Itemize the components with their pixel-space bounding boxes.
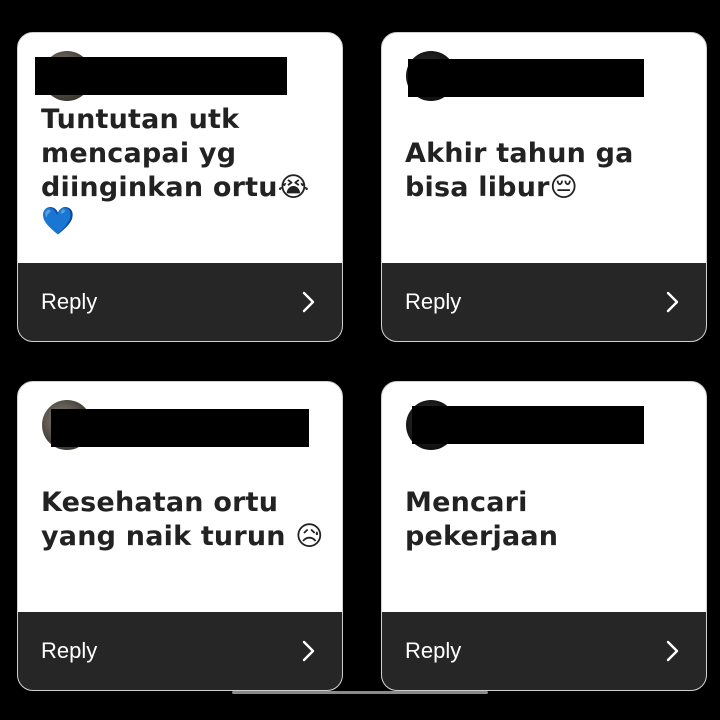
chevron-right-icon — [302, 640, 315, 662]
reply-label: Reply — [405, 638, 462, 663]
response-card-3: Kesehatan ortu yang naik turun 😥 Reply — [17, 381, 343, 691]
reply-label: Reply — [41, 638, 98, 663]
response-message: Tuntutan utk mencapai yg diinginkan ortu… — [41, 33, 324, 265]
response-card-4: Mencari pekerjaan Reply — [381, 381, 707, 691]
response-message: Akhir tahun ga bisa libur😔 — [405, 33, 688, 265]
reply-button[interactable]: Reply — [18, 612, 342, 690]
reply-label: Reply — [41, 289, 98, 314]
response-message: Kesehatan ortu yang naik turun 😥 — [41, 382, 324, 614]
reply-label: Reply — [405, 289, 462, 314]
chevron-right-icon — [666, 640, 679, 662]
response-message: Mencari pekerjaan — [405, 382, 688, 614]
reply-button[interactable]: Reply — [18, 263, 342, 341]
response-text: Kesehatan ortu yang naik turun 😥 — [41, 487, 324, 552]
chevron-right-icon — [666, 291, 679, 313]
chevron-right-icon — [302, 291, 315, 313]
reply-button[interactable]: Reply — [382, 612, 706, 690]
response-text: Mencari pekerjaan — [405, 487, 559, 552]
home-indicator — [232, 691, 488, 694]
response-card-1: Tuntutan utk mencapai yg diinginkan ortu… — [17, 32, 343, 342]
response-text: Tuntutan utk mencapai yg diinginkan ortu… — [41, 104, 310, 237]
reply-button[interactable]: Reply — [382, 263, 706, 341]
response-text: Akhir tahun ga bisa libur😔 — [405, 138, 634, 203]
response-card-2: Akhir tahun ga bisa libur😔 Reply — [381, 32, 707, 342]
